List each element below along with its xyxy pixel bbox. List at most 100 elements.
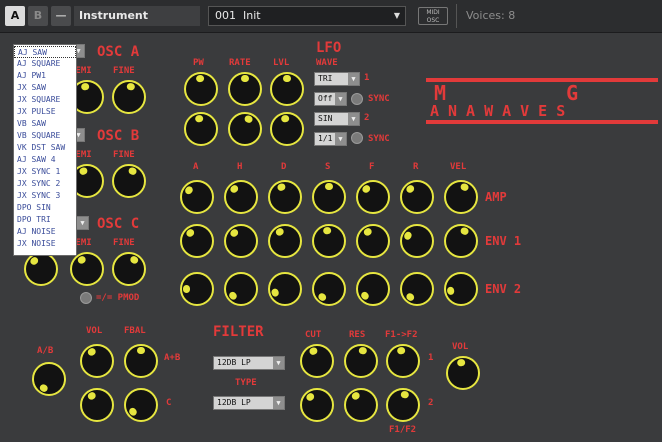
env2-d-knob[interactable]: [268, 272, 302, 306]
dropdown-option[interactable]: AJ PW1: [14, 70, 76, 82]
env2-s-knob[interactable]: [312, 272, 346, 306]
amp-r-knob[interactable]: [400, 180, 434, 214]
dropdown-option[interactable]: VB SQUARE: [14, 130, 76, 142]
mix-vol-ab-knob[interactable]: [80, 344, 114, 378]
dropdown-option[interactable]: JX PULSE: [14, 106, 76, 118]
amp-d-knob[interactable]: [268, 180, 302, 214]
knob-pointer: [241, 114, 254, 131]
instrument-name[interactable]: Instrument: [74, 6, 200, 26]
res1-knob[interactable]: [344, 344, 378, 378]
knob-pointer: [125, 166, 138, 183]
dropdown-option[interactable]: VB SAW: [14, 118, 76, 130]
f1-f2-knob-2[interactable]: [386, 388, 420, 422]
lfo2-sync-toggle[interactable]: [351, 132, 363, 144]
fbal-c-knob[interactable]: [124, 388, 158, 422]
chevron-down-icon: ▼: [273, 397, 284, 409]
amp-a-knob[interactable]: [180, 180, 214, 214]
tab-a-button[interactable]: A: [5, 6, 25, 26]
env1-r-knob[interactable]: [400, 224, 434, 258]
knob-pointer: [316, 286, 332, 303]
ab-knob[interactable]: [32, 362, 66, 396]
env2-h-knob[interactable]: [224, 272, 258, 306]
dropdown-option[interactable]: VK DST SAW: [14, 142, 76, 154]
dropdown-option[interactable]: JX SYNC 2: [14, 178, 76, 190]
dropdown-option[interactable]: JX SQUARE: [14, 94, 76, 106]
osc-c-level-knob[interactable]: [24, 252, 58, 286]
chevron-down-icon: ▼: [348, 113, 359, 125]
osc-c-fine-knob[interactable]: [112, 252, 146, 286]
lfo1-sync-select[interactable]: Off ▼: [314, 92, 347, 106]
dropdown-option[interactable]: AJ SAW: [14, 46, 76, 58]
dropdown-option[interactable]: JX NOISE: [14, 238, 76, 250]
lfo2-wave-select[interactable]: SIN ▼: [314, 112, 360, 126]
env1-a-knob[interactable]: [180, 224, 214, 258]
filter-row1-label: 1: [428, 353, 434, 363]
tab-b-button[interactable]: B: [28, 6, 48, 26]
lvl-knob[interactable]: [270, 72, 304, 106]
dropdown-option[interactable]: AJ SQUARE: [14, 58, 76, 70]
lvl-label: LVL: [273, 58, 290, 68]
f1-f2-label: F1->F2: [385, 330, 418, 340]
fbal-ab-knob[interactable]: [124, 344, 158, 378]
lfo-mod2-knob[interactable]: [228, 112, 262, 146]
knob-pointer: [241, 74, 249, 89]
amp-vel-knob[interactable]: [444, 180, 478, 214]
master-vol-knob[interactable]: [446, 356, 480, 390]
knob-pointer: [396, 346, 406, 362]
cut1-knob[interactable]: [300, 344, 334, 378]
knob-pointer: [194, 114, 204, 130]
lfo-mod1-knob[interactable]: [184, 112, 218, 146]
env1-s-knob[interactable]: [312, 224, 346, 258]
filter1-type-select[interactable]: 12DB LP ▼: [213, 356, 285, 370]
env2-a-knob[interactable]: [180, 272, 214, 306]
env1-vel-knob[interactable]: [444, 224, 478, 258]
dropdown-option[interactable]: JX SYNC 3: [14, 190, 76, 202]
lfo-mod3-knob[interactable]: [270, 112, 304, 146]
f1-f2-bottom-label: F1/F2: [389, 425, 417, 435]
dropdown-option[interactable]: DPO SIN: [14, 202, 76, 214]
env2-vel-knob[interactable]: [444, 272, 478, 306]
lfo2-sync-label: SYNC: [368, 134, 390, 144]
mix-vol-c-knob[interactable]: [80, 388, 114, 422]
dropdown-option[interactable]: JX SAW: [14, 82, 76, 94]
amp-h-knob[interactable]: [224, 180, 258, 214]
osc-c-title: OSC C: [97, 216, 140, 232]
env-header-vel: VEL: [450, 162, 467, 172]
env1-f-knob[interactable]: [356, 224, 390, 258]
dropdown-option[interactable]: DPO TRI: [14, 214, 76, 226]
osc-b-fine-label: FINE: [113, 150, 135, 160]
lfo2-sync-select[interactable]: 1/1 ▼: [314, 132, 347, 146]
knob-pointer: [127, 402, 144, 418]
env2-r-knob[interactable]: [400, 272, 434, 306]
preset-selector[interactable]: 001 Init ▼: [208, 6, 406, 26]
f1-f2-knob-1[interactable]: [386, 344, 420, 378]
knob-pointer: [183, 184, 200, 200]
minimize-button[interactable]: —: [51, 6, 71, 26]
cut2-knob[interactable]: [300, 388, 334, 422]
dropdown-option[interactable]: AJ SAW 4: [14, 154, 76, 166]
cut-label: CUT: [305, 330, 322, 340]
osc-b-fine-knob[interactable]: [112, 164, 146, 198]
pw-knob[interactable]: [184, 72, 218, 106]
midi-osc-toggle[interactable]: MIDI OSC: [418, 7, 448, 25]
amp-s-knob[interactable]: [312, 180, 346, 214]
dropdown-option[interactable]: JX SYNC 1: [14, 166, 76, 178]
knob-pointer: [276, 182, 289, 199]
knob-pointer: [137, 346, 145, 361]
env1-h-knob[interactable]: [224, 224, 258, 258]
res2-knob[interactable]: [344, 388, 378, 422]
lfo1-sync-toggle[interactable]: [351, 93, 363, 105]
amp-f-knob[interactable]: [356, 180, 390, 214]
waveform-dropdown-list[interactable]: AJ SAW AJ SQUARE AJ PW1 JX SAW JX SQUARE JX P…: [13, 44, 77, 256]
dropdown-option[interactable]: AJ NOISE: [14, 226, 76, 238]
lfo1-wave-select[interactable]: TRI ▼: [314, 72, 360, 86]
pmod-toggle[interactable]: [80, 292, 92, 304]
filter2-type-select[interactable]: 12DB LP ▼: [213, 396, 285, 410]
knob-pointer: [76, 254, 90, 271]
env2-f-knob[interactable]: [356, 272, 390, 306]
rate-knob[interactable]: [228, 72, 262, 106]
env1-d-knob[interactable]: [268, 224, 302, 258]
mgf-anawaves-logo: M G F ANAWAVES: [426, 78, 658, 124]
osc-c-semi-knob[interactable]: [70, 252, 104, 286]
osc-a-fine-knob[interactable]: [112, 80, 146, 114]
